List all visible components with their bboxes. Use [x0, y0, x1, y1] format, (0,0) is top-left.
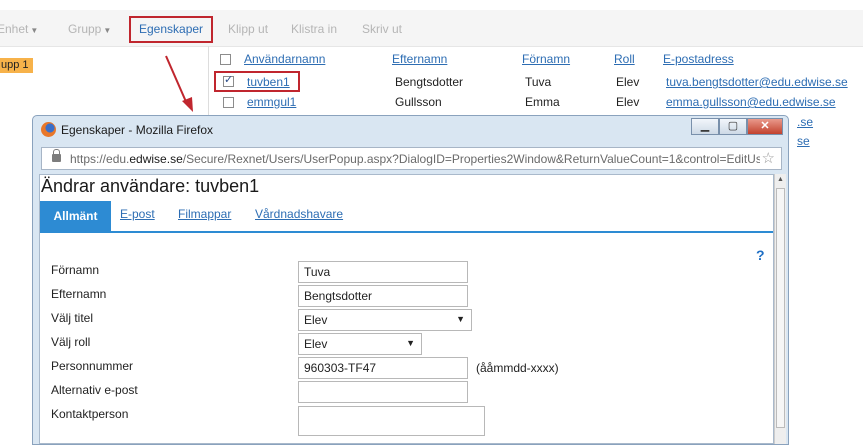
user-grid: Användarnamn Efternamn Förnamn Roll E-po…: [208, 46, 863, 116]
scroll-thumb[interactable]: [776, 188, 785, 428]
tab-allmant[interactable]: Allmänt: [40, 201, 111, 231]
chevron-down-icon: ▼: [456, 314, 465, 324]
fornamn-field[interactable]: Tuva: [298, 261, 468, 283]
titel-select[interactable]: Elev ▼: [298, 309, 472, 331]
window-title: Egenskaper - Mozilla Firefox: [61, 123, 214, 137]
tab-epost[interactable]: E-post: [120, 207, 155, 221]
firstname-cell: Tuva: [525, 75, 552, 89]
lastname-cell: Bengtsdotter: [395, 75, 464, 89]
efternamn-label: Efternamn: [51, 287, 107, 301]
email-link[interactable]: emma.gullsson@edu.edwise.se: [666, 95, 836, 109]
vertical-scrollbar[interactable]: ▲: [774, 174, 786, 444]
scroll-up-icon[interactable]: ▲: [777, 176, 784, 183]
efternamn-field[interactable]: Bengtsdotter: [298, 285, 468, 307]
header-username[interactable]: Användarnamn: [244, 52, 325, 66]
bookmark-star-icon[interactable]: ☆: [762, 149, 775, 167]
firstname-cell: Emma: [525, 95, 560, 109]
enhet-label: Enhet: [0, 22, 29, 36]
fornamn-label: Förnamn: [51, 263, 100, 277]
username-link[interactable]: emmgul1: [247, 95, 296, 109]
titel-label: Välj titel: [51, 311, 94, 325]
email-link-partial[interactable]: .se: [797, 115, 813, 129]
roll-select[interactable]: Elev ▼: [298, 333, 422, 355]
maximize-button[interactable]: ▢: [719, 118, 747, 135]
popup-window: Egenskaper - Mozilla Firefox ▁ ▢ ✕ https…: [32, 115, 789, 445]
chevron-down-icon: ▼: [406, 338, 415, 348]
header-firstname[interactable]: Förnamn: [522, 52, 570, 66]
header-role[interactable]: Roll: [614, 52, 635, 66]
egenskaper-highlight: [129, 16, 213, 43]
username-highlight: [214, 71, 300, 92]
grupp-menu[interactable]: Grupp ▼: [68, 22, 111, 36]
firefox-icon: [41, 122, 56, 137]
kontakt-label: Kontaktperson: [51, 407, 129, 421]
lastname-cell: Gullsson: [395, 95, 442, 109]
email-link[interactable]: tuva.bengtsdotter@edu.edwise.se: [666, 75, 848, 89]
titel-value: Elev: [304, 313, 328, 327]
chevron-down-icon: ▼: [30, 26, 39, 35]
enhet-menu[interactable]: Enhet ▼: [0, 22, 38, 36]
role-cell: Elev: [616, 75, 640, 89]
role-cell: Elev: [616, 95, 640, 109]
minimize-button[interactable]: ▁: [691, 118, 719, 135]
url-text: https://edu.edwise.se/Secure/Rexnet/User…: [70, 152, 760, 166]
personnummer-field[interactable]: 960303-TF47: [298, 357, 468, 379]
klipp-ut-button[interactable]: Klipp ut: [228, 22, 268, 36]
roll-value: Elev: [304, 337, 328, 351]
row-checkbox[interactable]: [223, 97, 234, 108]
email-link-partial[interactable]: se: [797, 134, 810, 148]
popup-content: Ändrar användare: tuvben1 Allmänt E-post…: [39, 174, 774, 444]
close-button[interactable]: ✕: [747, 118, 783, 135]
grupp-label: Grupp: [68, 22, 102, 36]
roll-label: Välj roll: [51, 335, 91, 349]
kontakt-field[interactable]: [298, 406, 485, 436]
tab-vardnadshavare[interactable]: Vårdnadshavare: [255, 207, 343, 221]
alt-epost-field[interactable]: [298, 381, 468, 403]
personnummer-label: Personnummer: [51, 359, 134, 373]
tab-filmappar[interactable]: Filmappar: [178, 207, 231, 221]
group-tag[interactable]: upp 1: [0, 58, 33, 73]
header-email[interactable]: E-postadress: [663, 52, 734, 66]
address-bar[interactable]: https://edu.edwise.se/Secure/Rexnet/User…: [41, 147, 782, 170]
skriv-ut-button[interactable]: Skriv ut: [362, 22, 402, 36]
select-all-checkbox[interactable]: [220, 54, 231, 65]
chevron-down-icon: ▼: [103, 26, 112, 35]
lock-icon: [52, 149, 61, 162]
page-title: Ändrar användare: tuvben1: [41, 176, 260, 196]
annotation-arrow-icon: [165, 55, 193, 112]
personnummer-hint: (ååmmdd-xxxx): [476, 361, 559, 375]
alt-epost-label: Alternativ e-post: [51, 383, 138, 397]
klistra-in-button[interactable]: Klistra in: [291, 22, 337, 36]
header-lastname[interactable]: Efternamn: [392, 52, 447, 66]
tab-bar: Allmänt E-post Filmappar Vårdnadshavare: [40, 201, 773, 233]
help-icon[interactable]: ?: [756, 247, 765, 263]
